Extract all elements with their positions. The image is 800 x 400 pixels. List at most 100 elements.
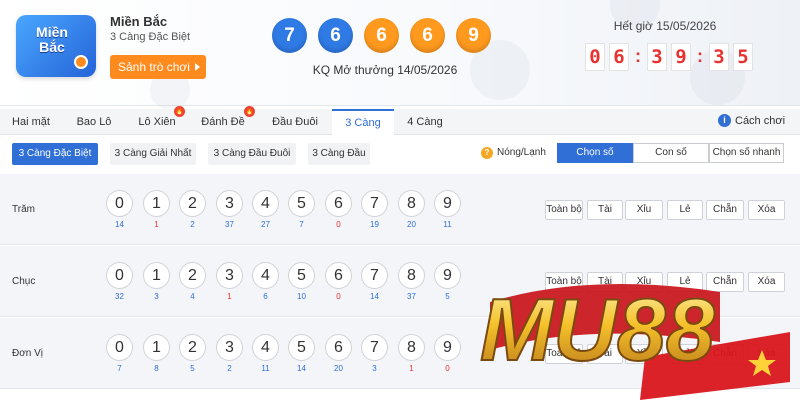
digit-ball[interactable]: 5 [288, 334, 315, 361]
tab-4[interactable]: Đánh Đề 🔥 [188, 106, 258, 135]
mode-2[interactable]: Con số [633, 143, 709, 163]
digit-stat: 20 [334, 364, 343, 373]
tab-3[interactable]: Lô Xiên 🔥 [126, 106, 188, 135]
digit-ball[interactable]: 0 [106, 262, 133, 289]
tab-label: Đánh Đề [201, 116, 245, 128]
result-ball: 9 [456, 18, 491, 53]
tab-label: 4 Càng [407, 116, 443, 128]
quick-select-button[interactable]: Lẻ [667, 200, 703, 220]
digit-ball[interactable]: 5 [288, 262, 315, 289]
digit-stat: 2 [227, 364, 232, 373]
quick-select-button[interactable]: Toàn bộ [545, 200, 583, 220]
digit-ball[interactable]: 9 [434, 334, 461, 361]
digit-ball[interactable]: 4 [252, 334, 279, 361]
digit-ball[interactable]: 2 [179, 334, 206, 361]
digit-stat: 3 [154, 292, 159, 301]
digit-ball[interactable]: 3 [216, 334, 243, 361]
digit-row-1: Trăm 0 14 1 1 2 2 3 37 4 27 5 7 6 0 7 19 8 20 9 11 Toàn bộ Tài… [0, 174, 800, 244]
digit-ball[interactable]: 1 [143, 334, 170, 361]
quick-select-button[interactable]: Chẵn [706, 200, 744, 220]
digit-stat: 14 [115, 220, 124, 229]
digit-ball[interactable]: 8 [398, 190, 425, 217]
quick-select-button[interactable]: Tài [587, 272, 623, 292]
question-icon: ? [481, 147, 493, 159]
digit-ball[interactable]: 7 [361, 334, 388, 361]
digit-ball[interactable]: 3 [216, 190, 243, 217]
digit-ball[interactable]: 4 [252, 190, 279, 217]
logo-text: Miền Bắc [36, 24, 68, 55]
digit-ball[interactable]: 7 [361, 190, 388, 217]
quick-select-button[interactable]: Lẻ [667, 272, 703, 292]
result-ball: 7 [272, 18, 307, 53]
timer-digit: 0 [585, 43, 605, 71]
mode-1[interactable]: Chọn số [557, 143, 633, 163]
timer-digit: 3 [647, 43, 667, 71]
digit-ball[interactable]: 3 [216, 262, 243, 289]
digit-ball[interactable]: 1 [143, 262, 170, 289]
hot-badge-icon: 🔥 [244, 106, 255, 117]
digit-stat: 1 [154, 220, 159, 229]
digit-stat: 10 [297, 292, 306, 301]
digit-stat: 20 [407, 220, 416, 229]
quick-select-button[interactable]: Tài [587, 344, 623, 364]
tab-label: Đầu Đuôi [272, 116, 318, 128]
tab-6[interactable]: 3 Càng [332, 109, 394, 135]
tab-2[interactable]: Bao Lô [62, 109, 126, 135]
digit-stat: 0 [336, 220, 341, 229]
quick-select-button[interactable]: Chẵn [706, 272, 744, 292]
quick-select-button[interactable]: Xỉu [625, 344, 663, 364]
subtab-4[interactable]: 3 Càng Đầu [308, 143, 370, 165]
subtab-3[interactable]: 3 Càng Đầu Đuôi [208, 143, 296, 165]
logo-ball-icon [74, 55, 88, 69]
digit-ball[interactable]: 7 [361, 262, 388, 289]
quick-select-button[interactable]: Tài [587, 200, 623, 220]
quick-select-button[interactable]: Xóa [748, 200, 785, 220]
how-to-play-label: Cách chơi [735, 115, 786, 127]
digit-ball[interactable]: 8 [398, 262, 425, 289]
lottery-subtitle: 3 Càng Đặc Biệt [110, 31, 191, 43]
digit-ball[interactable]: 9 [434, 190, 461, 217]
digit-ball[interactable]: 2 [179, 262, 206, 289]
quick-select-button[interactable]: Toàn bộ [545, 272, 583, 292]
digit-ball[interactable]: 2 [179, 190, 206, 217]
quick-select-button[interactable]: Chẵn [706, 344, 744, 364]
quick-select-button[interactable]: Xỉu [625, 272, 663, 292]
result-ball: 6 [410, 18, 445, 53]
digit-ball[interactable]: 1 [143, 190, 170, 217]
result-ball: 6 [364, 18, 399, 53]
digit-ball[interactable]: 4 [252, 262, 279, 289]
digit-ball[interactable]: 6 [325, 334, 352, 361]
tab-5[interactable]: Đầu Đuôi [258, 109, 332, 135]
quick-select-button[interactable]: Toàn bộ [545, 344, 583, 364]
digit-stat: 37 [225, 220, 234, 229]
digit-ball[interactable]: 0 [106, 190, 133, 217]
digit-stat: 3 [372, 364, 377, 373]
tab-1[interactable]: Hai mặt [0, 109, 62, 135]
lottery-header: Miền Bắc Miền Bắc 3 Càng Đặc Biệt Sảnh t… [0, 0, 800, 110]
mode-3[interactable]: Chọn số nhanh [709, 143, 784, 163]
digit-stat: 5 [445, 292, 450, 301]
tab-label: Hai mặt [12, 116, 50, 128]
quick-select-button[interactable]: Xóa [748, 344, 785, 364]
timer-digit: 9 [671, 43, 691, 71]
quick-select-button[interactable]: Lẻ [667, 344, 703, 364]
digit-ball[interactable]: 8 [398, 334, 425, 361]
play-arrow-icon [195, 63, 200, 71]
game-lobby-button[interactable]: Sảnh trò chơi [110, 55, 206, 79]
countdown-label: Hết giờ 15/05/2026 [613, 19, 717, 33]
digit-ball[interactable]: 6 [325, 262, 352, 289]
quick-select-button[interactable]: Xỉu [625, 200, 663, 220]
subtab-2[interactable]: 3 Càng Giải Nhất [110, 143, 196, 165]
digit-ball[interactable]: 9 [434, 262, 461, 289]
tab-7[interactable]: 4 Càng [394, 109, 456, 135]
digit-ball[interactable]: 6 [325, 190, 352, 217]
quick-select-button[interactable]: Xóa [748, 272, 785, 292]
digit-stat: 14 [370, 292, 379, 301]
tab-label: Bao Lô [76, 116, 112, 128]
digit-ball[interactable]: 0 [106, 334, 133, 361]
digit-stat: 2 [190, 220, 195, 229]
digit-stat: 8 [154, 364, 159, 373]
subtab-1[interactable]: 3 Càng Đặc Biệt [12, 143, 98, 165]
digit-stat: 6 [263, 292, 268, 301]
digit-ball[interactable]: 5 [288, 190, 315, 217]
